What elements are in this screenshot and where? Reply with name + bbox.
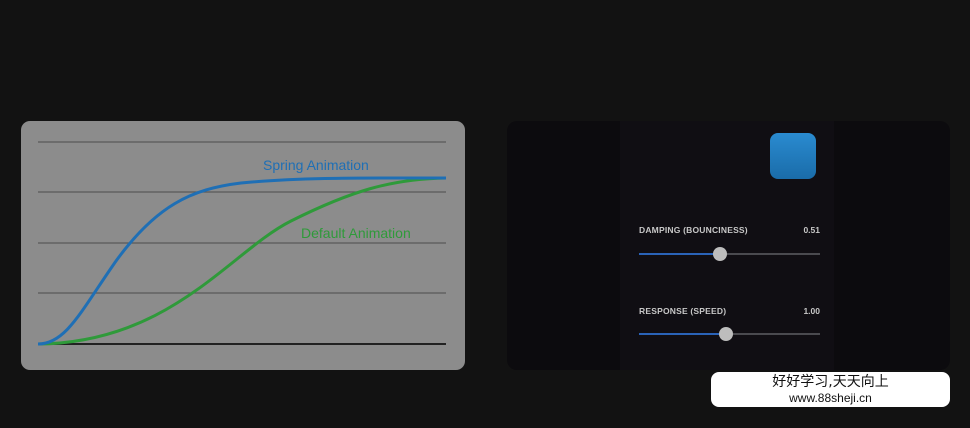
damping-slider[interactable]	[639, 247, 820, 261]
response-label: RESPONSE (SPEED)	[639, 306, 727, 316]
animation-control-panel: DAMPING (BOUNCINESS) 0.51 RESPONSE (SPEE…	[507, 121, 950, 370]
spring-animation-curve	[37, 176, 447, 346]
watermark-slogan: 好好学习,天天向上	[772, 374, 889, 390]
default-animation-label: Default Animation	[301, 225, 411, 241]
animated-preview-square	[770, 133, 816, 179]
watermark-url: www.88sheji.cn	[789, 391, 872, 405]
damping-slider-thumb[interactable]	[713, 247, 728, 261]
spring-animation-label: Spring Animation	[263, 157, 369, 173]
curve-plot: Spring Animation Default Animation	[37, 141, 447, 346]
damping-slider-fill	[639, 253, 721, 255]
damping-label: DAMPING (BOUNCINESS)	[639, 225, 748, 235]
default-animation-curve	[37, 176, 447, 346]
response-slider-thumb[interactable]	[718, 327, 733, 341]
damping-value: 0.51	[803, 225, 820, 235]
animation-curve-chart: Spring Animation Default Animation	[21, 121, 465, 370]
response-value: 1.00	[803, 306, 820, 316]
response-slider[interactable]	[639, 327, 820, 341]
response-slider-fill	[639, 333, 726, 335]
watermark-banner: 好好学习,天天向上 www.88sheji.cn	[711, 372, 950, 407]
